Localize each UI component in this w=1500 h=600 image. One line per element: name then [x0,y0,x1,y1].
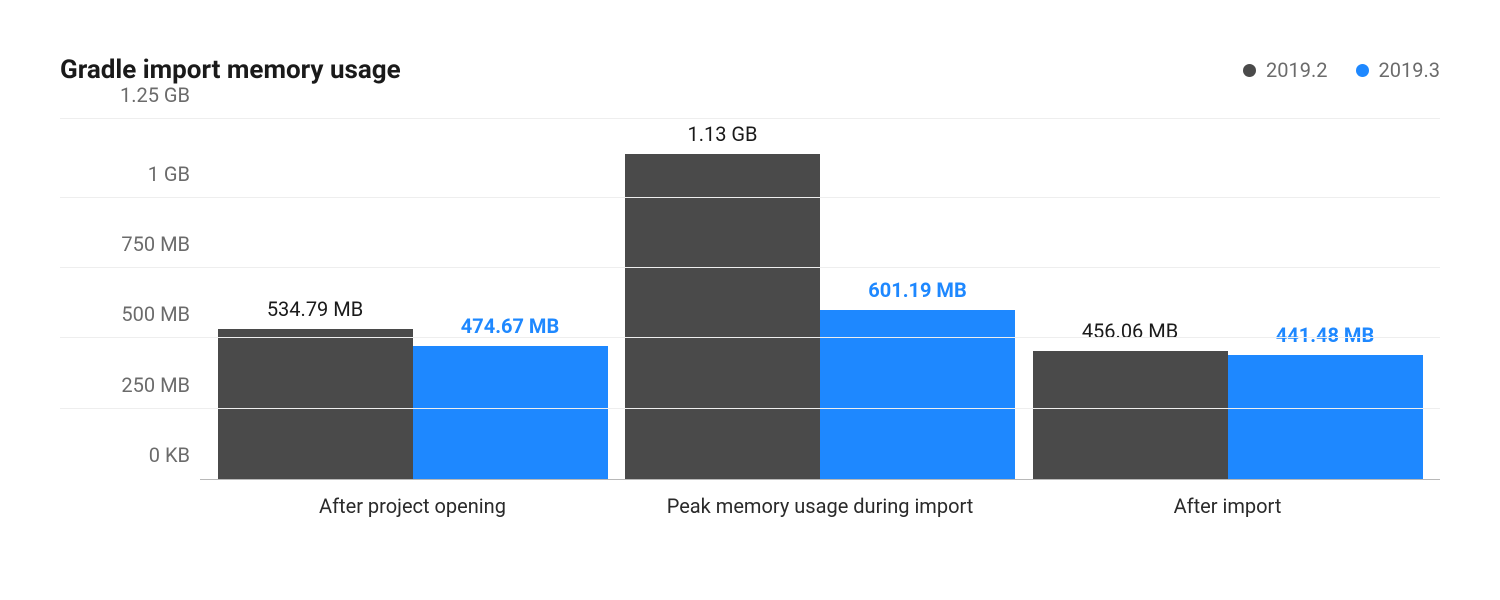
gridline [60,197,1440,198]
chart-container: Gradle import memory usage 2019.2 2019.3… [0,0,1500,600]
y-tick-label: 500 MB [50,302,190,326]
bar-group: 1.13 GB601.19 MB [625,154,1015,479]
bar-value-label: 601.19 MB [868,278,966,310]
x-tick-label: After project opening [218,488,608,518]
legend-label: 2019.2 [1266,58,1327,82]
y-tick-label: 750 MB [50,232,190,256]
bar-group: 534.79 MB474.67 MB [218,329,608,479]
chart-plot-area: 534.79 MB474.67 MB1.13 GB601.19 MB456.06… [60,120,1440,480]
bar-value-label: 456.06 MB [1082,319,1178,351]
x-tick-label: Peak memory usage during import [625,488,1015,518]
legend-item-2019-3: 2019.3 [1356,58,1440,82]
gridline [60,337,1440,338]
legend-dot-icon [1356,64,1369,77]
bar-group: 456.06 MB441.48 MB [1033,351,1423,479]
bar: 1.13 GB [625,154,820,479]
bar-value-label: 441.48 MB [1276,323,1374,355]
x-tick-label: After import [1033,488,1423,518]
bar: 441.48 MB [1228,355,1423,479]
chart-header: Gradle import memory usage 2019.2 2019.3 [60,0,1440,120]
gridline [60,118,1440,119]
chart-title: Gradle import memory usage [60,55,401,85]
legend-dot-icon [1243,64,1256,77]
x-axis: After project opening Peak memory usage d… [200,488,1440,518]
bar: 534.79 MB [218,329,413,479]
gridline [60,267,1440,268]
legend-item-2019-2: 2019.2 [1243,58,1327,82]
bar-value-label: 1.13 GB [687,122,757,154]
y-tick-label: 250 MB [50,373,190,397]
chart-legend: 2019.2 2019.3 [1243,58,1440,82]
bar-value-label: 534.79 MB [267,297,363,329]
bar-groups: 534.79 MB474.67 MB1.13 GB601.19 MB456.06… [200,120,1440,479]
bar: 456.06 MB [1033,351,1228,479]
y-tick-label: 1 GB [50,162,190,186]
bar-value-label: 474.67 MB [461,314,559,346]
legend-label: 2019.3 [1379,58,1440,82]
y-tick-label: 0 KB [50,443,190,467]
bar: 601.19 MB [820,310,1015,479]
y-tick-label: 1.25 GB [50,83,190,107]
bar: 474.67 MB [413,346,608,480]
plot-region: 534.79 MB474.67 MB1.13 GB601.19 MB456.06… [200,120,1440,480]
gridline [60,408,1440,409]
